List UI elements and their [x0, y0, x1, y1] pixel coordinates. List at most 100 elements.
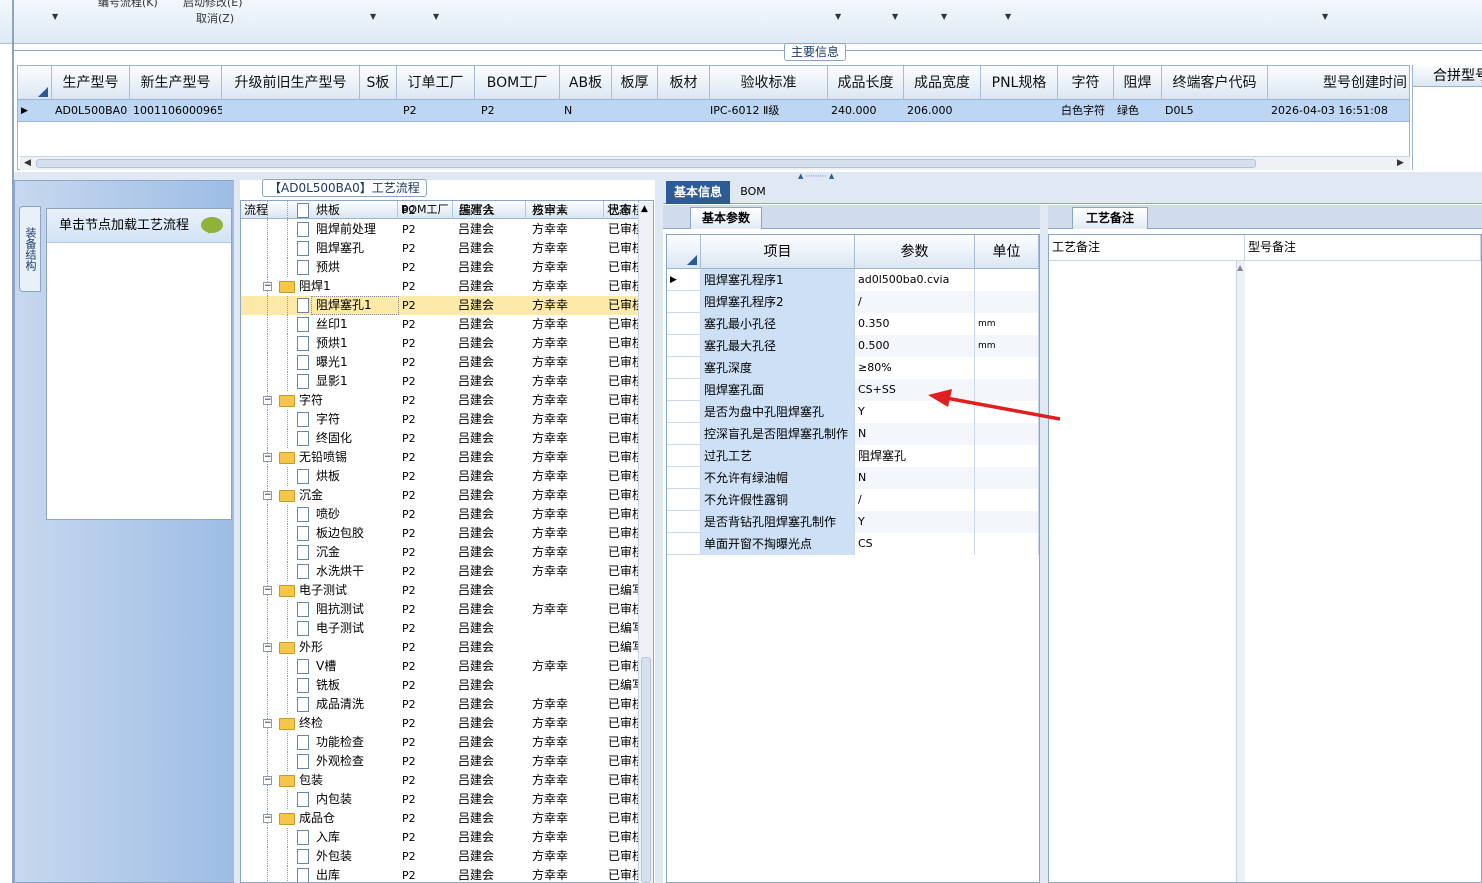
remark-scrollbar[interactable]: ▲	[1236, 261, 1245, 882]
dropdown-arrow-icon[interactable]: ▼	[370, 12, 376, 21]
cell[interactable]	[612, 100, 658, 122]
tree-row[interactable]: 预烘 P2 吕建会 方幸幸 已审核	[241, 258, 639, 277]
cell[interactable]: 10011060009652	[130, 100, 222, 122]
param-value[interactable]: Y	[855, 511, 975, 533]
tree-row[interactable]: 内包装 P2 吕建会 方幸幸 已审核	[241, 790, 639, 809]
toolbar-item-1[interactable]: 编号流程(K)	[98, 0, 158, 10]
col-header[interactable]: 成品长度	[828, 66, 904, 100]
tree-row[interactable]: 成品清洗 P2 吕建会 方幸幸 已审核	[241, 695, 639, 714]
tree-row[interactable]: − 字符 P2 吕建会 方幸幸 已审核	[241, 391, 639, 410]
param-row[interactable]: 塞孔深度 ≥80%	[667, 357, 1039, 379]
col-header[interactable]: 终端客户代码	[1162, 66, 1268, 100]
param-value[interactable]: N	[855, 467, 975, 489]
collapse-icon[interactable]: −	[263, 643, 272, 652]
cell[interactable]: AD0L500BA0	[52, 100, 130, 122]
col-header[interactable]: 型号创建时间	[1268, 66, 1409, 100]
cell[interactable]	[658, 100, 710, 122]
param-row[interactable]: 是否背钻孔阻焊塞孔制作 Y	[667, 511, 1039, 533]
param-value[interactable]: 0.500	[855, 335, 975, 357]
param-value[interactable]: ad0l500ba0.cvia	[855, 269, 975, 291]
collapse-icon[interactable]: −	[263, 719, 272, 728]
collapse-icon[interactable]: −	[263, 396, 272, 405]
collapse-icon[interactable]: −	[263, 776, 272, 785]
tree-row[interactable]: − 无铅喷锡 P2 吕建会 方幸幸 已审核	[241, 448, 639, 467]
cell[interactable]: 206.000	[904, 100, 981, 122]
cell[interactable]: 白色字符	[1058, 100, 1114, 122]
col-header[interactable]: 阻焊	[1114, 66, 1162, 100]
right-splitter[interactable]	[1040, 205, 1048, 883]
tree-row[interactable]: 阻焊前处理 P2 吕建会 方幸幸 已审核	[241, 220, 639, 239]
tree-row[interactable]: 出库 P2 吕建会 方幸幸 已审核	[241, 866, 639, 882]
tree-row[interactable]: V槽 P2 吕建会 方幸幸 已审核	[241, 657, 639, 676]
toolbar-item-3[interactable]: 取消(Z)	[196, 10, 234, 26]
tree-row[interactable]: − 沉金 P2 吕建会 方幸幸 已审核	[241, 486, 639, 505]
dropdown-arrow-icon[interactable]: ▼	[52, 12, 58, 21]
collapse-icon[interactable]: −	[263, 586, 272, 595]
col-header[interactable]: 升级前旧生产型号	[222, 66, 360, 100]
tree-row[interactable]: − 成品仓 P2 吕建会 方幸幸 已审核	[241, 809, 639, 828]
params-col-header[interactable]: 项目	[701, 235, 855, 269]
tree-row[interactable]: 外观检查 P2 吕建会 方幸幸 已审核	[241, 752, 639, 771]
tree-row[interactable]: 功能检查 P2 吕建会 方幸幸 已审核	[241, 733, 639, 752]
tree-row[interactable]: 铣板 P2 吕建会 已编写	[241, 676, 639, 695]
cell[interactable]: 绿色	[1114, 100, 1162, 122]
param-value[interactable]: 0.350	[855, 313, 975, 335]
cell[interactable]	[981, 100, 1058, 122]
scroll-up-icon[interactable]: ▲	[1237, 263, 1243, 272]
tab-bom[interactable]: BOM	[733, 181, 773, 204]
tree-row[interactable]: − 终检 P2 吕建会 方幸幸 已审核	[241, 714, 639, 733]
dropdown-arrow-icon[interactable]: ▼	[892, 12, 898, 21]
collapse-icon[interactable]: −	[263, 814, 272, 823]
tree-row[interactable]: 烘板 P2 吕建会 方幸幸 已审核	[241, 467, 639, 486]
dropdown-arrow-icon[interactable]: ▼	[941, 12, 947, 21]
tree-row[interactable]: − 外形 P2 吕建会 已编写	[241, 638, 639, 657]
col-header[interactable]: 成品宽度	[904, 66, 981, 100]
collapse-icon[interactable]: −	[263, 491, 272, 500]
param-value[interactable]: /	[855, 291, 975, 313]
tree-row[interactable]: 水洗烘干 P2 吕建会 方幸幸 已审核	[241, 562, 639, 581]
param-row[interactable]: 过孔工艺 阻焊塞孔	[667, 445, 1039, 467]
col-header[interactable]: 新生产型号	[130, 66, 222, 100]
scroll-right-icon[interactable]: ▶	[1397, 158, 1404, 168]
col-header[interactable]: 订单工厂	[397, 66, 475, 100]
table-row[interactable]: ▶ AD0L500BA0 10011060009652 P2 P2 N IPC-…	[18, 100, 1409, 122]
col-header[interactable]: PNL规格	[981, 66, 1058, 100]
cell[interactable]: 240.000	[828, 100, 904, 122]
tree-row[interactable]: − 电子测试 P2 吕建会 已编写	[241, 581, 639, 600]
dropdown-arrow-icon[interactable]: ▼	[1005, 12, 1011, 21]
splitter-arrow-icon[interactable]: ▲ ⋯⋯⋯ ▲	[798, 172, 834, 180]
tree-row[interactable]: 字符 P2 吕建会 方幸幸 已审核	[241, 410, 639, 429]
cell[interactable]: P2	[397, 100, 475, 122]
middle-splitter[interactable]	[655, 180, 663, 883]
param-row[interactable]: 塞孔最小孔径 0.350 mm	[667, 313, 1039, 335]
col-header[interactable]: 板材	[658, 66, 710, 100]
tree-row[interactable]: 沉金 P2 吕建会 方幸幸 已审核	[241, 543, 639, 562]
tree-vertical-scrollbar[interactable]: ▲	[638, 202, 653, 883]
param-row[interactable]: 控深盲孔是否阻焊塞孔制作 N	[667, 423, 1039, 445]
tree-row[interactable]: 入库 P2 吕建会 方幸幸 已审核	[241, 828, 639, 847]
structure-vertical-tab[interactable]: 装备结构	[19, 206, 41, 292]
cell[interactable]	[360, 100, 397, 122]
params-col-header[interactable]: 单位	[975, 235, 1039, 269]
param-row[interactable]: 塞孔最大孔径 0.500 mm	[667, 335, 1039, 357]
tree-row[interactable]: 烘板 P2 吕建会 方幸幸 已审核	[241, 201, 639, 220]
param-row[interactable]: 不允许有绿油帽 N	[667, 467, 1039, 489]
tab-basic-params[interactable]: 基本参数	[690, 207, 762, 229]
tree-row[interactable]: 曝光1 P2 吕建会 方幸幸 已审核	[241, 353, 639, 372]
param-row[interactable]: 阻焊塞孔程序2/	[667, 291, 1039, 313]
col-header[interactable]: S板	[360, 66, 397, 100]
scroll-thumb[interactable]	[641, 657, 651, 883]
dropdown-arrow-icon[interactable]: ▼	[835, 12, 841, 21]
tree-row[interactable]: 显影1 P2 吕建会 方幸幸 已审核	[241, 372, 639, 391]
col-header[interactable]: BOM工厂	[475, 66, 560, 100]
param-row[interactable]: ▶ 阻焊塞孔程序1 ad0l500ba0.cvia	[667, 269, 1039, 291]
collapse-icon[interactable]: −	[263, 453, 272, 462]
tree-row[interactable]: 终固化 P2 吕建会 方幸幸 已审核	[241, 429, 639, 448]
tree-row[interactable]: 预烘1 P2 吕建会 方幸幸 已审核	[241, 334, 639, 353]
grid-corner[interactable]	[18, 66, 52, 100]
col-header[interactable]: 字符	[1058, 66, 1114, 100]
scroll-up-icon[interactable]: ▲	[641, 204, 648, 214]
tab-process-remarks[interactable]: 工艺备注	[1072, 207, 1148, 229]
dropdown-arrow-icon[interactable]: ▼	[433, 12, 439, 21]
tree-row[interactable]: 阻焊塞孔1P2吕建会方幸幸已审核	[241, 296, 639, 315]
